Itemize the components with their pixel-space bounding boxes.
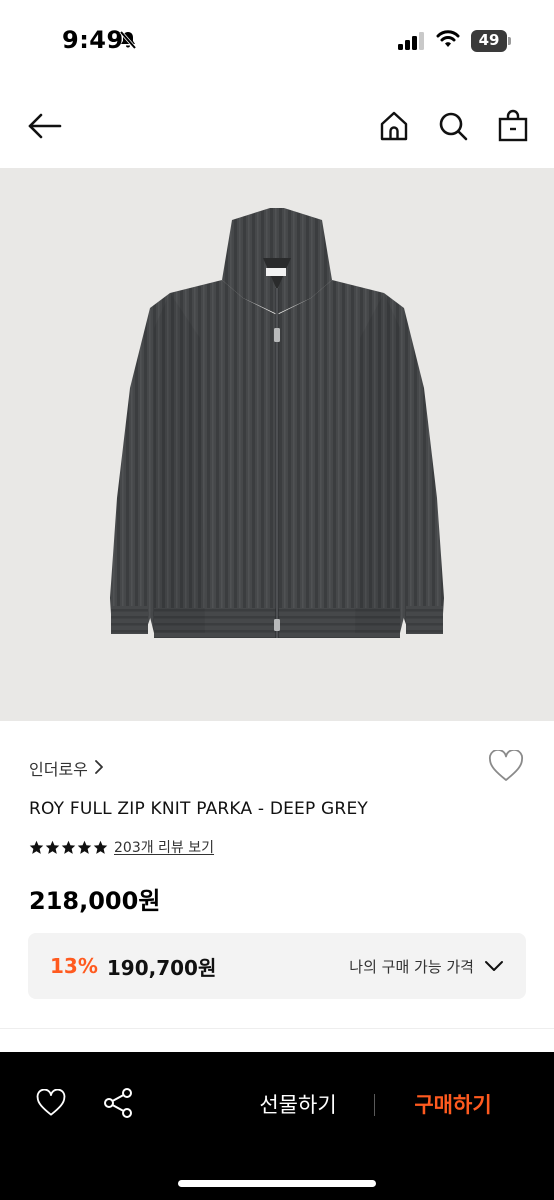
buy-button[interactable]: 구매하기 — [398, 1089, 508, 1119]
rating-stars — [29, 840, 108, 855]
status-time: 9:49 — [62, 26, 124, 54]
heart-icon[interactable] — [36, 1088, 66, 1121]
status-bar: 9:49 49 — [0, 0, 554, 84]
wifi-icon — [436, 29, 460, 53]
top-nav-bar — [0, 84, 554, 168]
battery-level: 49 — [478, 31, 500, 49]
back-arrow-icon[interactable] — [26, 108, 64, 148]
heart-icon[interactable] — [488, 748, 524, 786]
share-icon[interactable] — [103, 1087, 135, 1123]
signal-icon — [398, 32, 426, 54]
battery-tip — [508, 37, 511, 45]
my-price-box[interactable]: 13% 190,700원 나의 구매 가능 가격 — [28, 933, 526, 999]
search-icon[interactable] — [437, 110, 469, 146]
brand-name: 인더로우 — [29, 760, 88, 779]
rating-row: 203개 리뷰 보기 — [29, 837, 214, 857]
product-image[interactable] — [0, 168, 554, 721]
product-price: 218,000원 — [29, 887, 161, 915]
home-icon[interactable] — [378, 110, 410, 146]
section-divider — [0, 1028, 554, 1029]
brand-link[interactable]: 인더로우 — [29, 756, 104, 780]
bar-divider — [374, 1094, 375, 1116]
shopping-bag-icon[interactable] — [497, 109, 529, 147]
star-icon — [45, 840, 60, 854]
bottom-action-bar: 선물하기 구매하기 — [0, 1052, 554, 1200]
bell-off-icon — [119, 30, 137, 54]
review-link[interactable]: 203개 리뷰 보기 — [114, 837, 214, 857]
star-icon — [61, 840, 76, 854]
product-name: ROY FULL ZIP KNIT PARKA - DEEP GREY — [29, 799, 368, 819]
gift-button[interactable]: 선물하기 — [243, 1089, 353, 1119]
sale-price: 190,700원 — [106, 955, 217, 980]
chevron-right-icon — [94, 759, 104, 778]
star-icon — [93, 840, 108, 854]
my-price-label: 나의 구매 가능 가격 — [349, 957, 474, 976]
battery-icon: 49 — [471, 30, 511, 52]
discount-rate: 13% — [50, 954, 98, 978]
star-icon — [77, 840, 92, 854]
home-indicator — [178, 1180, 376, 1187]
star-icon — [29, 840, 44, 854]
chevron-down-icon — [484, 957, 504, 976]
